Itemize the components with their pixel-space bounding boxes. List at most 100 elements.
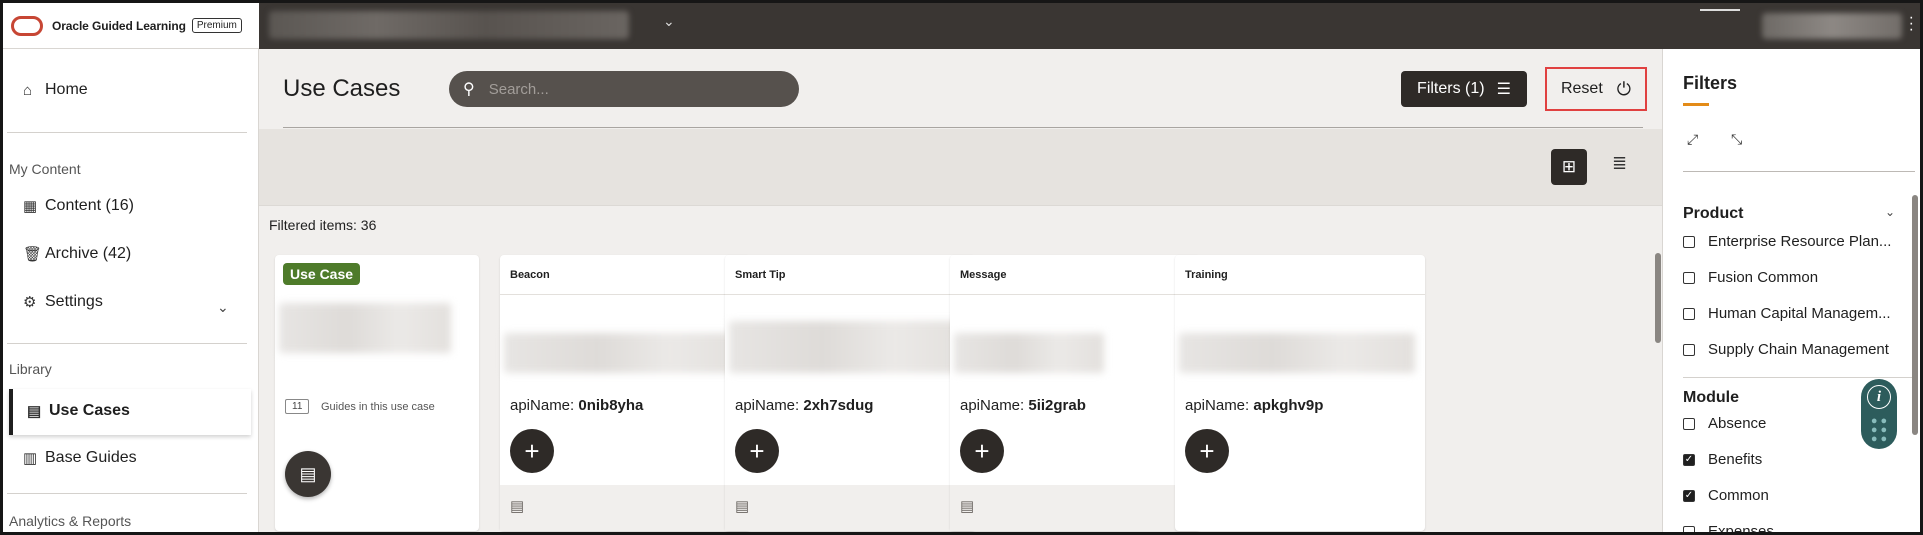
guide-count-label: Guides in this use case bbox=[321, 401, 435, 413]
home-icon: ⌂ bbox=[23, 81, 33, 99]
plus-icon: + bbox=[1199, 435, 1215, 466]
checkbox[interactable] bbox=[1683, 417, 1695, 430]
api-label: apiName: bbox=[1185, 397, 1250, 414]
sidebar-item-label: Archive (42) bbox=[45, 245, 132, 262]
divider bbox=[1683, 171, 1915, 172]
filter-option-label: Human Capital Managem... bbox=[1708, 305, 1891, 322]
sidebar-item-label: Base Guides bbox=[45, 449, 137, 466]
cards-scrollbar[interactable] bbox=[1655, 253, 1661, 343]
checkbox[interactable] bbox=[1683, 343, 1695, 356]
filter-option[interactable]: Human Capital Managem... bbox=[1683, 305, 1891, 322]
sidebar-item-use-cases[interactable]: ▤ Use Cases bbox=[27, 402, 130, 420]
reset-button[interactable]: Reset ⏻ bbox=[1545, 67, 1647, 111]
chevron-down-icon[interactable]: ⌄ bbox=[663, 13, 675, 30]
card-footer: ▤ bbox=[950, 485, 1200, 531]
api-value: 5ii2grab bbox=[1028, 397, 1086, 414]
plus-icon: + bbox=[974, 435, 990, 466]
section-heading-my-content: My Content bbox=[9, 161, 81, 177]
expand-icon[interactable]: ⤢ bbox=[1687, 131, 1698, 148]
chevron-down-icon[interactable]: ⌄ bbox=[1885, 205, 1895, 219]
section-heading-library: Library bbox=[9, 361, 52, 377]
filters-button[interactable]: Filters (1) ☰ bbox=[1401, 71, 1527, 107]
sidebar-item-archive[interactable]: 🗑 Archive (42) bbox=[23, 245, 131, 263]
search-bar[interactable]: ⚲ bbox=[449, 71, 799, 107]
filter-option[interactable]: Fusion Common bbox=[1683, 269, 1818, 286]
sidebar-item-content[interactable]: ▦ Content (16) bbox=[23, 197, 134, 215]
search-input[interactable] bbox=[488, 80, 769, 98]
use-case-badge: Use Case bbox=[283, 263, 361, 285]
add-button[interactable]: + bbox=[510, 429, 554, 473]
guide-card-beacon[interactable]: Beacon apiName: 0nib8yha + ▤ bbox=[500, 255, 750, 531]
chevron-down-icon[interactable]: ⌄ bbox=[217, 299, 229, 316]
info-icon: i bbox=[1867, 385, 1891, 409]
guide-doc-icon: ▤ bbox=[299, 463, 317, 484]
guide-card-training[interactable]: Training apiName: apkghv9p + bbox=[1175, 255, 1425, 531]
drag-handle-icon[interactable]: ● ● ● ● ● ● bbox=[1871, 416, 1887, 445]
divider bbox=[7, 132, 247, 133]
checkbox[interactable] bbox=[1683, 271, 1695, 284]
sidebar-item-base-guides[interactable]: ▥ Base Guides bbox=[23, 449, 137, 467]
add-button[interactable]: + bbox=[1185, 429, 1229, 473]
checkbox[interactable] bbox=[1683, 235, 1695, 248]
redacted-user[interactable] bbox=[1762, 13, 1902, 39]
add-button[interactable]: + bbox=[735, 429, 779, 473]
guide-doc-icon[interactable]: ▤ bbox=[735, 497, 749, 515]
filters-scrollbar[interactable] bbox=[1912, 195, 1918, 435]
brand-header: Oracle Guided Learning Premium bbox=[3, 3, 259, 49]
list-view-button[interactable]: ≣ bbox=[1612, 153, 1627, 174]
guide-doc-icon[interactable]: ▤ bbox=[960, 497, 974, 515]
filter-option-label: Common bbox=[1708, 487, 1769, 504]
filter-option[interactable]: Absence bbox=[1683, 415, 1766, 432]
redacted-preview bbox=[1179, 333, 1415, 373]
open-use-case-button[interactable]: ▤ bbox=[285, 451, 331, 497]
brand-name: Oracle Guided Learning bbox=[52, 18, 186, 33]
card-type: Beacon bbox=[500, 255, 750, 295]
card-type: Message bbox=[950, 255, 1200, 295]
filtered-items-count: Filtered items: 36 bbox=[269, 217, 377, 233]
guide-doc-icon[interactable]: ▤ bbox=[510, 497, 524, 515]
checkbox-checked[interactable]: ✓ bbox=[1683, 453, 1695, 466]
collapse-icon[interactable]: ⤡ bbox=[1731, 131, 1742, 148]
grid-view-icon: ⊞ bbox=[1561, 157, 1577, 176]
filter-option[interactable]: ✓ Benefits bbox=[1683, 451, 1762, 468]
filter-option[interactable]: ✓ Common bbox=[1683, 487, 1769, 504]
filter-option-label: Benefits bbox=[1708, 451, 1763, 468]
sidebar-item-home[interactable]: ⌂ Home bbox=[23, 81, 88, 99]
filter-option-label: Enterprise Resource Plan... bbox=[1708, 233, 1892, 250]
sidebar-item-settings[interactable]: ⚙ Settings bbox=[23, 293, 103, 311]
building-icon: ▥ bbox=[23, 450, 38, 467]
main-content: Use Cases ⚲ Filters (1) ☰ Reset ⏻ ⊞ ≣ Fi… bbox=[259, 49, 1662, 532]
help-widget[interactable]: i ● ● ● ● ● ● bbox=[1861, 379, 1897, 449]
filter-option[interactable]: Enterprise Resource Plan... bbox=[1683, 233, 1891, 250]
divider bbox=[7, 493, 247, 494]
filter-section-module[interactable]: Module bbox=[1683, 389, 1739, 407]
api-label: apiName: bbox=[960, 397, 1025, 414]
checkbox[interactable] bbox=[1683, 307, 1695, 320]
api-label: apiName: bbox=[510, 397, 575, 414]
use-cases-icon: ▤ bbox=[27, 403, 42, 420]
premium-badge: Premium bbox=[191, 18, 242, 33]
use-case-card[interactable]: Use Case 11 Guides in this use case ▤ bbox=[275, 255, 479, 531]
top-bar: ⌄ · · · bbox=[259, 3, 1920, 49]
guide-card-smart-tip[interactable]: Smart Tip apiName: 2xh7sdug + ▤ bbox=[725, 255, 975, 531]
api-label: apiName: bbox=[735, 397, 800, 414]
filter-option-label: Absence bbox=[1708, 415, 1767, 432]
checkbox[interactable] bbox=[1683, 525, 1695, 532]
trash-icon: 🗑 bbox=[23, 246, 43, 263]
redacted-preview bbox=[504, 333, 740, 373]
card-footer: ▤ bbox=[725, 485, 975, 531]
add-button[interactable]: + bbox=[960, 429, 1004, 473]
filter-section-product[interactable]: Product bbox=[1683, 205, 1743, 223]
oracle-logo-icon bbox=[11, 15, 43, 36]
grid-view-button[interactable]: ⊞ bbox=[1551, 149, 1587, 185]
redacted-box bbox=[1700, 9, 1740, 13]
guide-card-message[interactable]: Message apiName: 5ii2grab + ▤ bbox=[950, 255, 1200, 531]
view-toolbar bbox=[259, 129, 1662, 205]
filter-option[interactable]: Expenses bbox=[1683, 523, 1774, 532]
checkbox-checked[interactable]: ✓ bbox=[1683, 489, 1695, 502]
filter-option[interactable]: Supply Chain Management bbox=[1683, 341, 1889, 358]
section-heading-analytics: Analytics & Reports bbox=[9, 513, 132, 529]
redacted-selector[interactable] bbox=[269, 11, 629, 39]
divider bbox=[7, 343, 247, 344]
kebab-menu-icon[interactable]: · · · bbox=[1909, 10, 1914, 38]
